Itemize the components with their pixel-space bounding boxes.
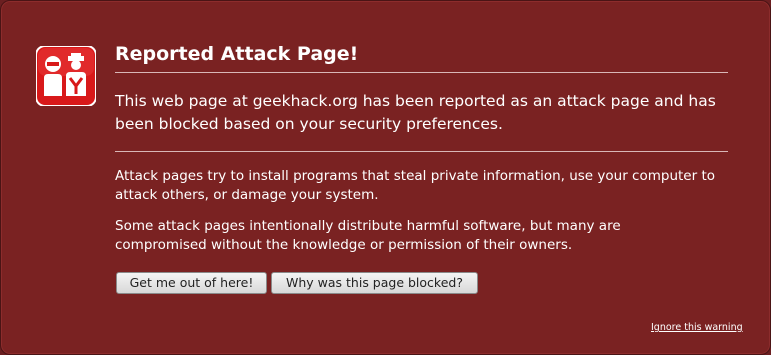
title-divider [115,72,728,73]
page-title: Reported Attack Page! [115,43,359,65]
description-divider [115,151,728,152]
blocked-intruder-icon [35,45,97,107]
error-page-container: Reported Attack Page! This web page at g… [0,0,771,355]
why-blocked-button[interactable]: Why was this page blocked? [271,272,478,294]
ignore-warning-link[interactable]: Ignore this warning [651,322,743,333]
get-me-out-button[interactable]: Get me out of here! [116,272,267,294]
long-description-paragraph: Some attack pages intentionally distribu… [115,218,621,253]
short-description: This web page at geekhack.org has been r… [115,92,716,133]
long-description-paragraph: Attack pages try to install programs tha… [115,168,716,203]
